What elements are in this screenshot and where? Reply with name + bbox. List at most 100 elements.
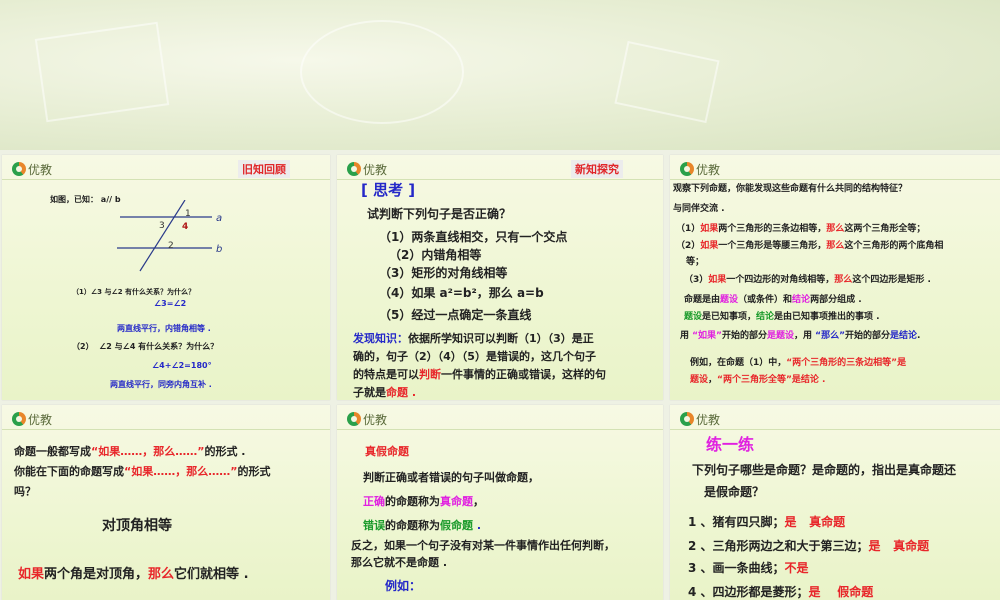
text-segment: 如果 <box>18 567 45 582</box>
text-segment: 依据所学知识可以判断（1）（3）是正 <box>408 332 594 345</box>
divider <box>2 179 330 180</box>
text-segment: 两个三角形的三条边相等， <box>718 224 827 234</box>
text-line: 对顶角相等 <box>102 515 172 535</box>
text-line: （1）∠3 与∠2 有什么关系？为什么？ <box>72 287 195 297</box>
text-segment: 的形式 . <box>204 445 246 458</box>
text-segment: 是 假命题 <box>808 585 874 599</box>
text-line: （3）矩形的对角线相等 <box>379 264 507 281</box>
text-line: 错误的命题称为假命题 . <box>363 517 481 533</box>
text-segment: 例如： <box>385 579 422 593</box>
slide-thumbnail-3[interactable]: 优教 观察下列命题，你能发现这些命题有什么共同的结构特征？ 与同伴交流 . （1）如… <box>670 155 1000 400</box>
text-line: 4 、四边形都是菱形；是 假命题 <box>688 583 873 600</box>
text-segment: （或条件）和 <box>738 295 793 305</box>
logo-icon <box>347 412 361 426</box>
logo-text: 优教 <box>696 412 721 427</box>
angle-3-label: 3 <box>159 221 165 231</box>
text-line: （2） ∠2 与∠4 有什么关系？为什么？ <box>72 341 218 352</box>
logo-text: 优教 <box>363 162 388 177</box>
text-segment: 结论 <box>756 312 775 322</box>
text-segment: 它们就相等 . <box>174 567 249 582</box>
text-segment: （4）如果 a²=b²，那么 a=b <box>379 286 544 300</box>
text-line: （4）如果 a²=b²，那么 a=b <box>379 284 544 301</box>
text-segment: 试判断下列句子是否正确？ <box>367 207 512 221</box>
text-segment: 观察下列命题，你能发现这些命题有什么共同的结构特征？ <box>673 184 908 194</box>
logo-icon <box>12 162 26 176</box>
text-line: 正确的命题称为真命题， <box>363 493 484 509</box>
text-line: 2 、三角形两边之和大于第三边；是 真命题 <box>688 537 929 554</box>
text-line: ∠3=∠2 <box>154 299 186 308</box>
text-line: 真假命题 <box>365 443 409 459</box>
text-line: 发现知识：依据所学知识可以判断（1）（3）是正 <box>353 330 594 346</box>
slide-thumbnail-5[interactable]: 优教 真假命题 判断正确或者错误的句子叫做命题， 正确的命题称为真命题， 错误的命题称… <box>337 405 663 600</box>
text-line: ∠4+∠2=180° <box>152 361 212 370</box>
text-line: 3 、画一条曲线；不是 <box>688 559 809 576</box>
text-segment: . <box>473 519 482 532</box>
text-line: 例如： <box>385 577 421 594</box>
divider <box>337 429 663 430</box>
slide-thumbnail-2[interactable]: 优教 新知探究 [ 思考 ] 试判断下列句子是否正确？ （1）两条直线相交，只有一个… <box>337 155 663 400</box>
text-segment: 两直线平行，内错角相等 . <box>117 324 211 333</box>
text-line: 如图，已知： a// b <box>50 194 121 205</box>
logo-icon <box>347 162 361 176</box>
text-segment: 那么 <box>826 224 845 234</box>
text-segment: 命题是由 <box>684 295 721 305</box>
text-segment: . <box>917 331 921 341</box>
text-line: （1）两条直线相交，只有一个交点 <box>379 228 567 245</box>
text-line: 命题一般都写成“如果……，那么……”的形式 . <box>14 443 245 459</box>
text-segment: 开始的部分 <box>845 331 891 341</box>
logo: 优教 <box>12 409 52 429</box>
text-line: （1）如果两个三角形的三条边相等，那么这两个三角形全等； <box>676 221 925 234</box>
label-b: b <box>216 244 222 255</box>
text-segment: [ 思考 ] <box>361 181 416 199</box>
text-segment: 题设 <box>690 375 709 385</box>
text-segment: 的形式 <box>237 465 271 478</box>
text-segment: 两部分组成 . <box>810 295 862 305</box>
angle-2-label: 2 <box>168 241 174 251</box>
text-segment: 如图，已知： <box>50 195 101 204</box>
slide-thumbnail-4[interactable]: 优教 命题一般都写成“如果……，那么……”的形式 . 你能在下面的命题写成“如果…… <box>2 405 330 600</box>
text-segment: 是题设 <box>767 331 795 341</box>
text-segment: （2）内错角相等 <box>389 248 482 262</box>
text-segment: 反之，如果一个句子没有对某一件事情作出任何判断， <box>351 539 615 552</box>
text-segment: a// b <box>100 195 121 204</box>
text-segment: 2 、三角形两边之和大于第三边； <box>688 539 869 553</box>
text-segment: 题设 <box>684 312 703 322</box>
text-segment: 题设 <box>720 295 739 305</box>
text-line: 等； <box>686 254 704 267</box>
logo-text: 优教 <box>28 412 53 427</box>
header-banner <box>0 0 1000 150</box>
text-line: 试判断下列句子是否正确？ <box>367 205 511 222</box>
slide-thumbnail-1[interactable]: 优教 旧知回顾 a b 1 2 3 4 如图，已知： a// b （1）∠3 与∠… <box>2 155 330 400</box>
text-segment: 那么 <box>834 275 853 285</box>
text-line: 子就是命题 . <box>353 384 416 400</box>
text-segment: 是 真命题 <box>868 539 930 553</box>
text-line: （2）如果一个三角形是等腰三角形，那么这个三角形的两个底角相 <box>676 238 943 251</box>
text-line: 是假命题？ <box>704 483 764 500</box>
text-segment: “那么” <box>815 331 845 341</box>
logo-icon <box>680 162 694 176</box>
text-line: 的特点是可以判断一件事情的正确或错误，这样的句 <box>353 366 606 382</box>
text-line: 那么它就不是命题 . <box>351 554 447 570</box>
text-line: （3）如果一个四边形的对角线相等，那么这个四边形是矩形 . <box>684 272 931 285</box>
text-segment: 两个角是对顶角， <box>44 567 149 582</box>
slide-thumbnail-6[interactable]: 优教 练一练 下列句子哪些是命题？是命题的，指出是真命题还 是假命题？ 1 、猪有四只… <box>670 405 1000 600</box>
text-segment: 的命题称为 <box>385 519 440 532</box>
text-line: 反之，如果一个句子没有对某一件事情作出任何判断， <box>351 537 615 553</box>
text-segment: 练一练 <box>706 435 755 454</box>
text-segment: 吗？ <box>14 485 36 498</box>
decorative-shape <box>300 20 464 124</box>
transversal <box>139 200 186 272</box>
logo-icon <box>12 412 26 426</box>
logo: 优教 <box>12 159 52 179</box>
text-segment: ∠3=∠2 <box>154 299 187 308</box>
text-segment: 一个三角形是等腰三角形， <box>718 241 827 251</box>
text-line: 练一练 <box>706 431 754 455</box>
text-segment: ，用 <box>794 331 816 341</box>
logo-icon <box>680 412 694 426</box>
text-segment: 那么它就不是命题 . <box>351 556 448 569</box>
text-segment: 对顶角相等 <box>102 518 172 534</box>
text-segment: 例如，在命题（1）中， <box>690 358 787 368</box>
text-segment: ， <box>708 375 718 385</box>
text-line: 题设，“两个三角形全等”是结论 . <box>690 372 825 385</box>
text-line: 两直线平行，同旁内角互补 . <box>110 379 212 390</box>
